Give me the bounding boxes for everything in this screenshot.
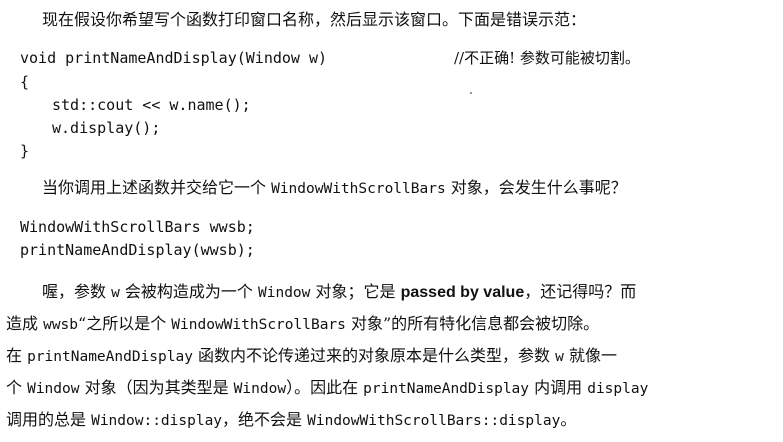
- inline-code: printNameAndDisplay: [27, 349, 193, 365]
- text-run: 对象（因为其类型是: [79, 378, 234, 397]
- paragraph-line: 造成 wwsb“之所以是个 WindowWithScrollBars 对象”的所…: [6, 312, 599, 336]
- inline-code: printNameAndDisplay: [363, 381, 530, 397]
- inline-code: Window: [258, 285, 311, 301]
- text-run: 调用的总是: [6, 410, 92, 429]
- code-line: }: [20, 142, 30, 160]
- text-run: 就像一: [563, 346, 617, 365]
- code-line: {: [20, 73, 30, 91]
- text-run: 。: [560, 410, 577, 429]
- text-run: 在: [6, 346, 28, 365]
- inline-code: wwsb: [43, 317, 79, 333]
- inline-code: Window::display: [91, 413, 223, 429]
- text-run: 内调用: [529, 378, 588, 397]
- inline-code: Window: [27, 381, 80, 397]
- text-run: 会被构造成为一个: [119, 282, 259, 301]
- text-run: 函数内不论传递过来的对象原本是什么类型，参数: [192, 346, 556, 365]
- text-run: 个: [6, 378, 28, 397]
- code-line: w.display();: [52, 119, 161, 137]
- text-run: 对象；它是: [310, 282, 401, 301]
- inline-code: w: [111, 285, 120, 301]
- paragraph-line: 调用的总是 Window::display，绝不会是 WindowWithScr…: [6, 408, 576, 432]
- scan-speck: [470, 92, 472, 94]
- code-comment: //不正确! 参数可能被切割。: [454, 49, 640, 67]
- inline-code: Window: [233, 381, 287, 397]
- code-line: printNameAndDisplay(wwsb);: [20, 241, 255, 259]
- text-run: 喔，参数: [42, 282, 112, 301]
- text-run: 对象”的所有特化信息都会被切除。: [345, 314, 600, 333]
- paragraph-line: 在 printNameAndDisplay 函数内不论传递过来的对象原本是什么类…: [6, 344, 617, 368]
- code-line: void printNameAndDisplay(Window w): [20, 49, 328, 67]
- inline-code: display: [587, 381, 649, 397]
- intro-text: 现在假设你希望写个函数打印窗口名称，然后显示该窗口。下面是错误示范：: [42, 10, 587, 29]
- text-run: 对象，会发生什么事呢？: [445, 178, 627, 197]
- text-run: ）。因此在: [286, 378, 364, 397]
- code-line: WindowWithScrollBars wwsb;: [20, 218, 255, 236]
- text-run: ，还记得吗？而: [524, 282, 637, 301]
- code-line: std::cout << w.name();: [52, 96, 251, 114]
- bold-term: passed by value: [400, 284, 525, 301]
- question-text: 当你调用上述函数并交给它一个 WindowWithScrollBars 对象，会…: [42, 176, 627, 200]
- book-page: 现在假设你希望写个函数打印窗口名称，然后显示该窗口。下面是错误示范： void …: [0, 0, 783, 442]
- paragraph-line: 喔，参数 w 会被构造成为一个 Window 对象；它是 passed by v…: [42, 280, 636, 304]
- text-run: 造成: [6, 314, 44, 333]
- text-run: “之所以是个: [78, 314, 172, 333]
- text-run: ，绝不会是: [222, 410, 308, 429]
- inline-code: w: [555, 349, 564, 365]
- inline-code: WindowWithScrollBars::display: [307, 413, 561, 429]
- paragraph-line: 个 Window 对象（因为其类型是 Window）。因此在 printName…: [6, 376, 648, 400]
- text-run: 当你调用上述函数并交给它一个: [42, 178, 272, 197]
- inline-code: WindowWithScrollBars: [271, 181, 446, 197]
- inline-code: WindowWithScrollBars: [171, 317, 346, 333]
